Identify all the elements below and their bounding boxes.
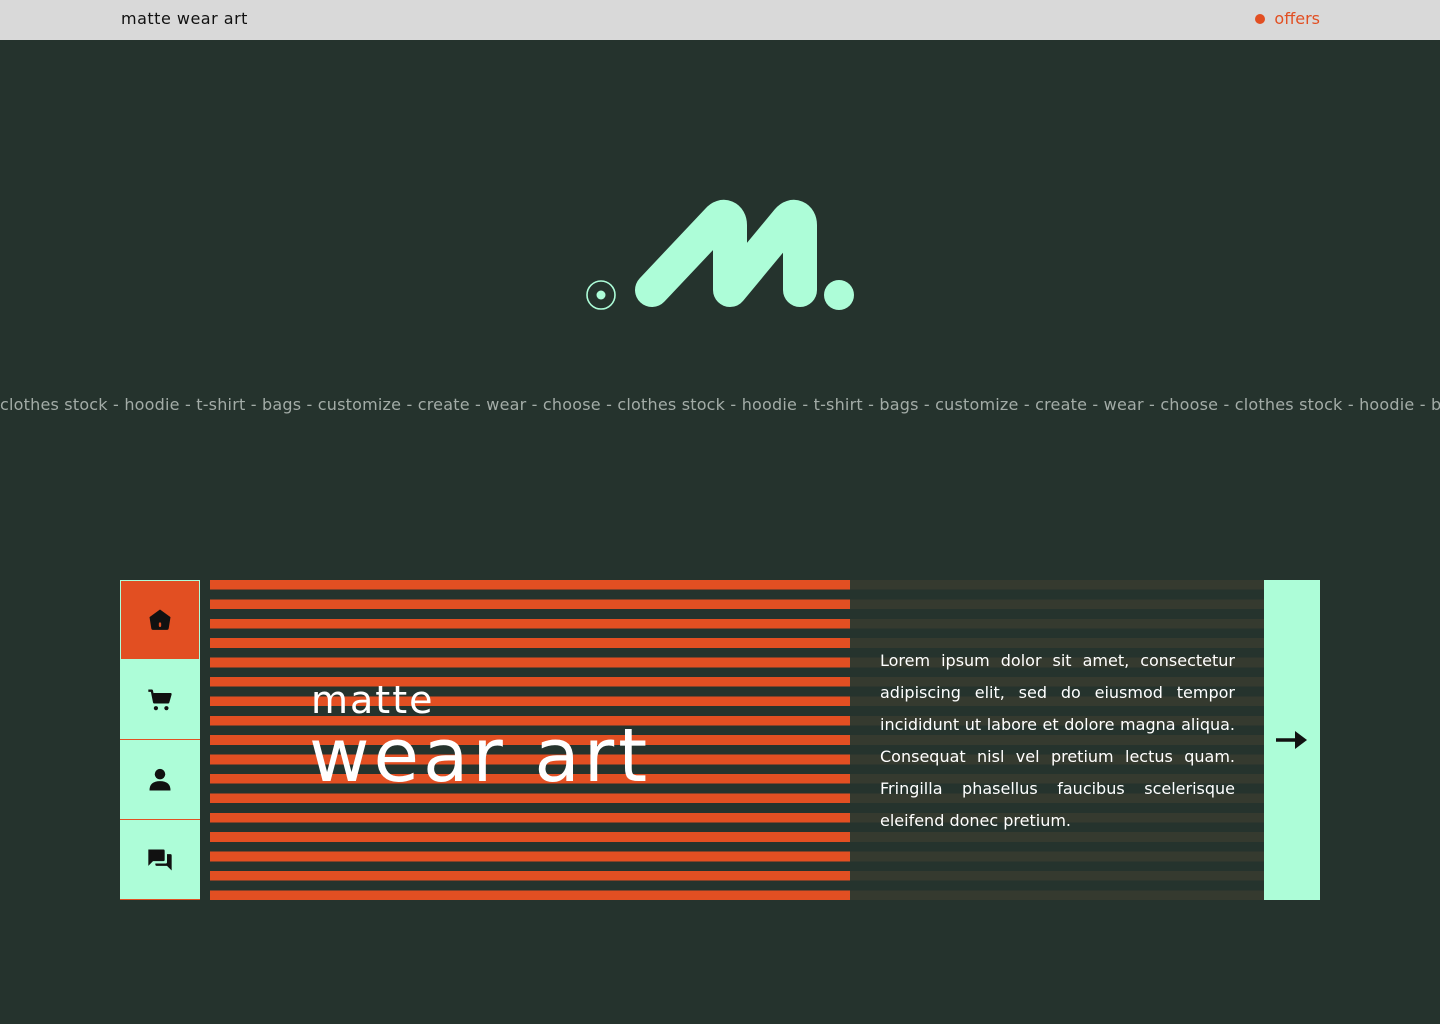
offers-label: offers bbox=[1274, 9, 1320, 28]
arrow-right-icon bbox=[1276, 731, 1307, 749]
category-marquee: clothes stock - hoodie - t-shirt - bags … bbox=[0, 395, 1440, 414]
sidebar-item-messages[interactable] bbox=[120, 820, 200, 900]
top-bar: matte wear art offers bbox=[0, 0, 1440, 40]
cart-icon bbox=[148, 689, 172, 710]
next-button[interactable] bbox=[1264, 580, 1320, 900]
brand-name[interactable]: matte wear art bbox=[121, 9, 248, 28]
user-icon bbox=[149, 768, 171, 790]
sidebar-item-cart[interactable] bbox=[120, 660, 200, 740]
hero-title-big: wear art bbox=[309, 713, 652, 799]
chat-icon bbox=[148, 849, 172, 870]
logo-icon bbox=[586, 200, 854, 310]
sidebar-nav bbox=[120, 580, 200, 900]
hero-description: Lorem ipsum dolor sit amet, consectetur … bbox=[880, 651, 1235, 830]
sidebar-item-account[interactable] bbox=[120, 740, 200, 820]
sidebar-item-home[interactable] bbox=[120, 580, 200, 660]
home-icon bbox=[149, 609, 171, 630]
offers-dot-icon bbox=[1255, 13, 1266, 24]
offers-link[interactable]: offers bbox=[1255, 9, 1320, 28]
